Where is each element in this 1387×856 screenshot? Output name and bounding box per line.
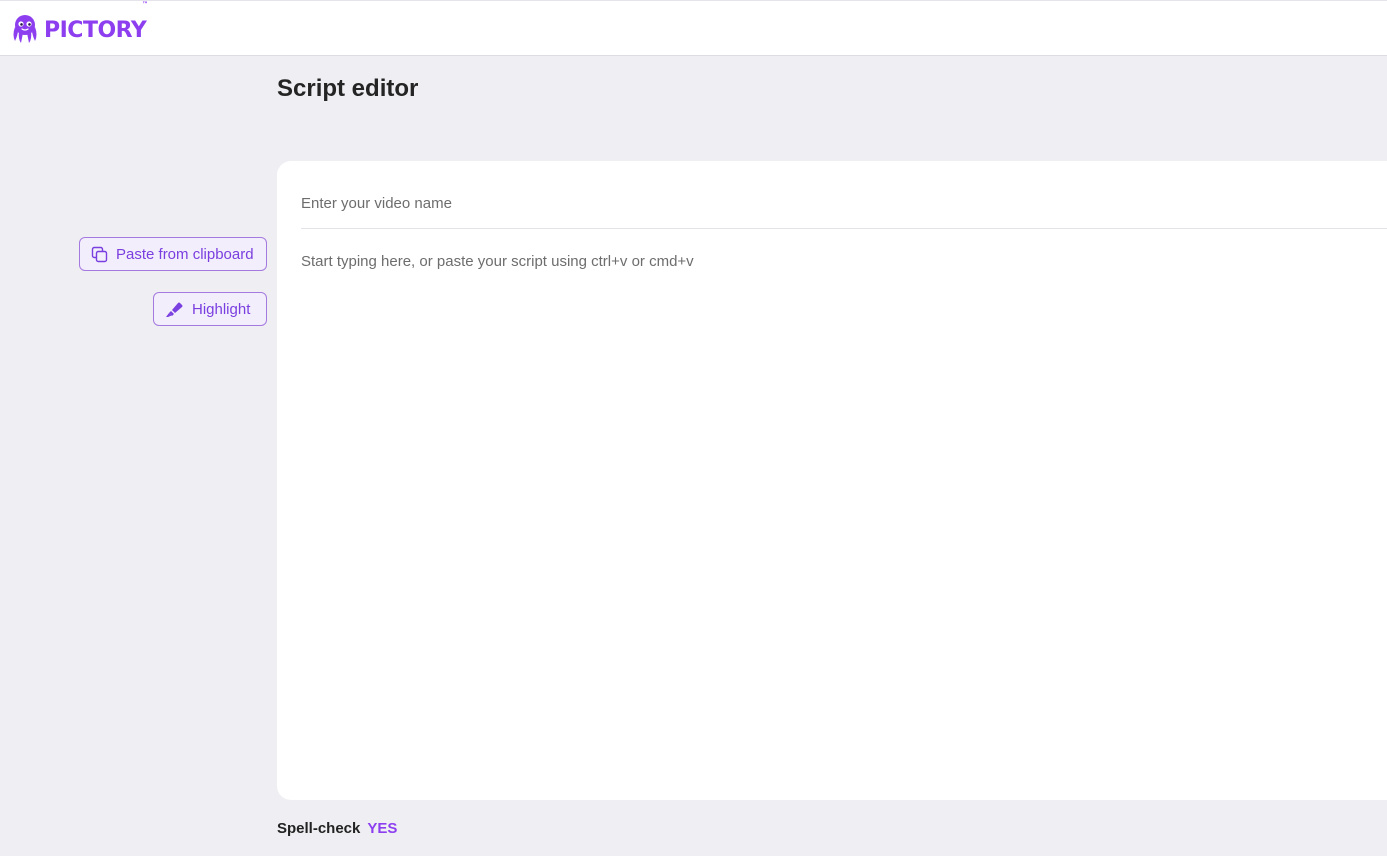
highlight-button-label: Highlight <box>192 300 251 318</box>
highlight-button[interactable]: Highlight <box>153 292 267 326</box>
video-name-input[interactable] <box>301 179 1387 229</box>
brand-logo[interactable]: PICTORY <box>9 12 147 46</box>
top-bar: PICTORY ™ <box>0 0 1387 56</box>
page-title: Script editor <box>277 75 419 102</box>
spell-check-value[interactable]: YES <box>367 820 397 837</box>
script-textarea[interactable] <box>301 251 1387 781</box>
paste-from-clipboard-button[interactable]: Paste from clipboard <box>79 237 267 271</box>
highlighter-icon <box>166 302 183 317</box>
octopus-logo-icon <box>13 15 37 43</box>
paste-button-label: Paste from clipboard <box>116 245 254 263</box>
brand-name: PICTORY <box>44 17 147 43</box>
copy-icon <box>91 246 108 262</box>
spell-check-label: Spell-check <box>277 820 361 837</box>
script-editor-card <box>277 161 1387 800</box>
trademark-mark: ™ <box>142 1 148 8</box>
spell-check-toggle: Spell-check YES <box>277 820 397 837</box>
